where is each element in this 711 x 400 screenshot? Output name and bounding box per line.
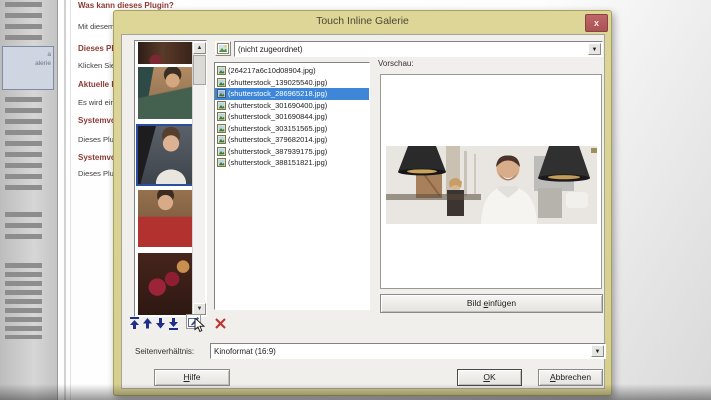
image-file-icon	[217, 78, 226, 87]
image-file-icon	[217, 101, 226, 110]
touch-inline-galerie-dialog: Touch Inline Galerie x ▲ ▼	[113, 10, 612, 396]
move-down-button[interactable]	[154, 316, 166, 330]
preview-label: Vorschau:	[378, 59, 414, 68]
close-button[interactable]: x	[585, 14, 608, 32]
article-text: Klicken Sie	[78, 61, 117, 70]
preview-panel	[380, 74, 602, 289]
delete-image-button[interactable]	[214, 316, 227, 330]
file-row[interactable]: (shutterstock_301690844.jpg)	[215, 111, 369, 123]
aspect-ratio-value: Kinoformat (16:9)	[214, 347, 276, 356]
thumbnail-waitress[interactable]	[138, 67, 193, 119]
file-name: (shutterstock_303151565.jpg)	[228, 124, 327, 133]
article-heading: Was kann dieses Plugin?	[78, 1, 174, 10]
button-text: bbrechen	[556, 372, 591, 382]
file-name: (shutterstock_388151821.jpg)	[228, 158, 327, 167]
file-row[interactable]: (shutterstock_301690400.jpg)	[215, 100, 369, 112]
file-row[interactable]: (264217a6c10d08904.jpg)	[215, 65, 369, 77]
image-icon	[217, 43, 229, 54]
thumbnail-wine-glasses[interactable]	[138, 253, 193, 315]
thumbnail-list[interactable]: ▲ ▼	[134, 40, 207, 317]
button-text: Bild	[467, 298, 484, 308]
preview-photo	[386, 146, 597, 224]
sidebar-text-lines	[5, 212, 42, 240]
image-file-icon	[217, 112, 226, 121]
button-text: K	[490, 372, 496, 382]
sidebar-text-lines	[5, 2, 42, 44]
image-file-icon	[217, 135, 226, 144]
aspect-ratio-dropdown[interactable]: Kinoformat (16:9) ▼	[210, 343, 606, 359]
thumbnail-chef-selected[interactable]	[138, 126, 193, 184]
file-row-selected[interactable]: (shutterstock_286965218.jpg)	[215, 88, 369, 100]
move-up-button[interactable]	[141, 316, 153, 330]
thumbnail-red-apron-man[interactable]	[138, 190, 193, 247]
file-name: (shutterstock_301690400.jpg)	[228, 101, 327, 110]
help-button[interactable]: Hilfe	[154, 369, 230, 386]
sidebar-text-lines	[5, 97, 42, 193]
image-file-list[interactable]: (264217a6c10d08904.jpg) (shutterstock_13…	[214, 62, 370, 310]
image-file-icon	[217, 158, 226, 167]
thumbnail-scrollbar[interactable]: ▲ ▼	[192, 42, 205, 315]
move-to-top-button[interactable]	[128, 316, 140, 330]
file-row[interactable]: (shutterstock_379682014.jpg)	[215, 134, 369, 146]
page-edge-line	[64, 0, 66, 400]
file-name: (shutterstock_301690844.jpg)	[228, 112, 327, 121]
file-row[interactable]: (shutterstock_388151821.jpg)	[215, 157, 369, 169]
move-to-bottom-button[interactable]	[167, 316, 179, 330]
image-file-icon	[217, 124, 226, 133]
file-row[interactable]: (shutterstock_387939175.jpg)	[215, 146, 369, 158]
sidebar-text-lines	[5, 263, 42, 339]
button-text: ilfe	[190, 372, 201, 382]
insert-image-button[interactable]: Bild einfügen	[380, 294, 603, 313]
chevron-down-icon[interactable]: ▼	[588, 43, 601, 55]
delete-x-icon	[215, 318, 226, 329]
button-hotkey: O	[483, 372, 490, 382]
dialog-title: Touch Inline Galerie	[114, 15, 611, 27]
image-file-icon	[217, 147, 226, 156]
scroll-up-button[interactable]: ▲	[193, 42, 206, 54]
button-text: infügen	[488, 298, 516, 308]
aspect-ratio-label: Seitenverhältnis:	[135, 347, 194, 356]
dialog-body: ▲ ▼ (nicht zugeordnet) ▼ (264217a6c10d08…	[121, 34, 605, 389]
file-name: (shutterstock_379682014.jpg)	[228, 135, 327, 144]
file-name: (shutterstock_139025540.jpg)	[228, 78, 327, 87]
image-file-icon	[217, 66, 226, 75]
sidebar-item-text: a	[5, 50, 51, 59]
sidebar-item-text: alerie	[5, 59, 51, 68]
file-row[interactable]: (shutterstock_303151565.jpg)	[215, 123, 369, 135]
assignment-dropdown-value: (nicht zugeordnet)	[238, 45, 302, 54]
sidebar-selected-plugin-item[interactable]: a alerie	[2, 46, 54, 90]
assign-image-button[interactable]	[215, 41, 231, 56]
cancel-button[interactable]: Abbrechen	[538, 369, 603, 386]
file-name: (shutterstock_286965218.jpg)	[228, 89, 327, 98]
file-name: (shutterstock_387939175.jpg)	[228, 147, 327, 156]
chevron-down-icon[interactable]: ▼	[591, 345, 604, 357]
screen: { "background": { "sidebar_item": { "lin…	[0, 0, 711, 400]
assignment-dropdown[interactable]: (nicht zugeordnet) ▼	[234, 41, 603, 57]
page-edge-line-2	[70, 0, 71, 400]
ok-button[interactable]: OK	[457, 369, 522, 386]
file-name: (264217a6c10d08904.jpg)	[228, 66, 316, 75]
scrollbar-thumb[interactable]	[193, 55, 206, 85]
image-file-icon	[217, 89, 226, 98]
mouse-cursor	[194, 318, 205, 338]
file-row[interactable]: (shutterstock_139025540.jpg)	[215, 77, 369, 89]
thumbnail-bar-scene[interactable]	[138, 42, 193, 64]
